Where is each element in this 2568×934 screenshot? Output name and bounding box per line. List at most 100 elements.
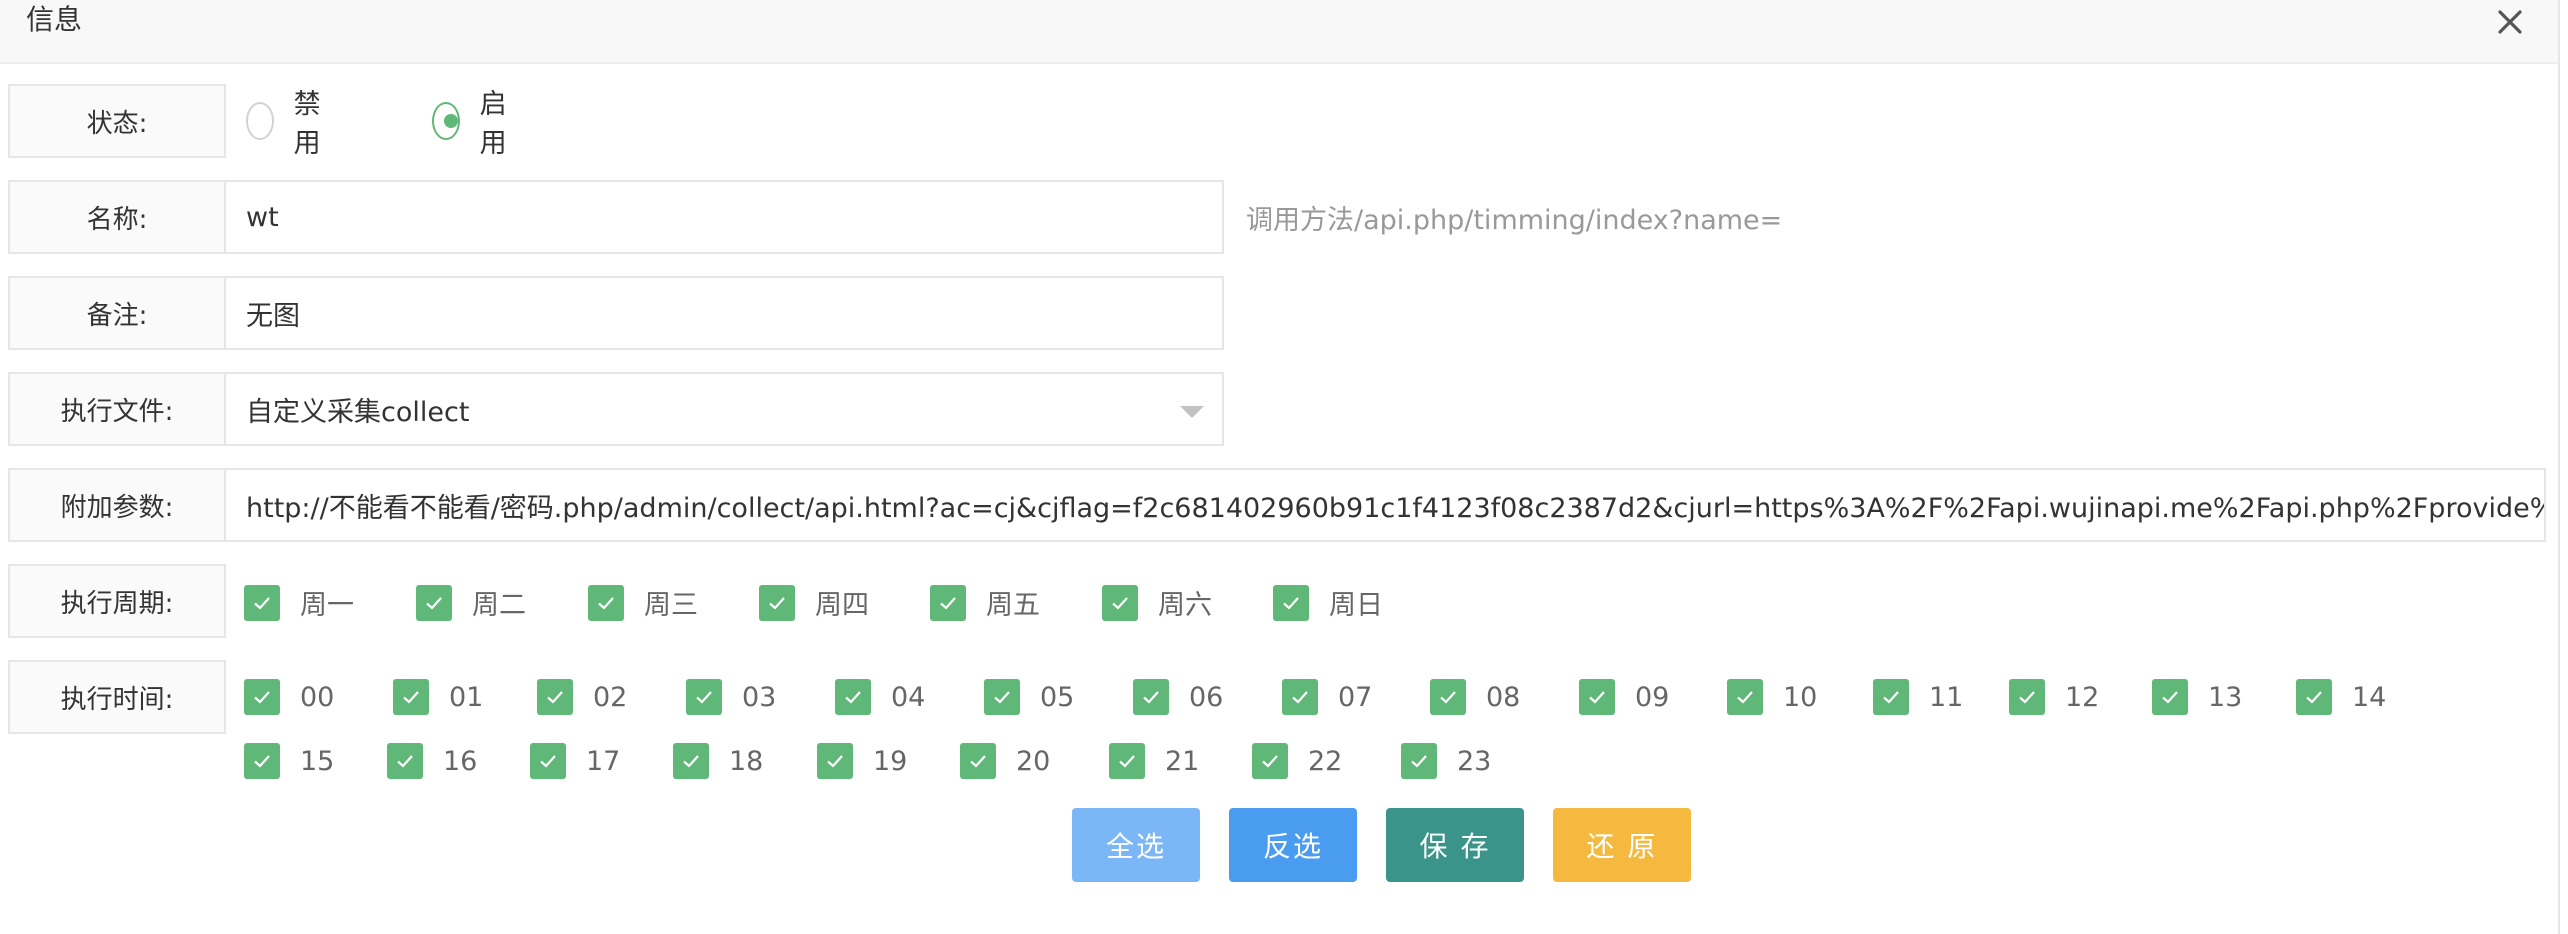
- hour-text: 13: [2208, 681, 2243, 713]
- check-icon[interactable]: [588, 584, 624, 621]
- check-icon[interactable]: [1252, 743, 1288, 779]
- hour-checkbox[interactable]: 08: [1430, 679, 1520, 715]
- weekday-text: 周日: [1329, 590, 1383, 621]
- weekday-text: 周五: [986, 590, 1040, 621]
- hour-text: 11: [1929, 681, 1964, 713]
- hour-text: 00: [300, 681, 335, 713]
- check-icon[interactable]: [393, 679, 429, 715]
- save-button[interactable]: 保 存: [1386, 808, 1524, 882]
- hour-text: 21: [1165, 745, 1200, 777]
- check-icon[interactable]: [387, 743, 423, 779]
- hour-checkbox[interactable]: 09: [1579, 679, 1669, 715]
- hour-checkbox[interactable]: 17: [530, 743, 620, 779]
- hour-checkbox[interactable]: 21: [1109, 743, 1199, 779]
- hour-checkbox[interactable]: 01: [393, 679, 483, 715]
- hour-checkbox[interactable]: 23: [1401, 743, 1491, 779]
- hour-checkbox[interactable]: 11: [1873, 679, 1963, 715]
- hour-checkbox[interactable]: 04: [835, 679, 925, 715]
- name-input[interactable]: wt: [224, 180, 1224, 254]
- hour-checkbox[interactable]: 14: [2296, 679, 2386, 715]
- hour-checkbox[interactable]: 15: [244, 743, 334, 779]
- check-icon[interactable]: [1727, 679, 1763, 715]
- hour-checkbox[interactable]: 02: [537, 679, 627, 715]
- hour-checkbox[interactable]: 00: [244, 679, 334, 715]
- hour-checkbox[interactable]: 18: [673, 743, 763, 779]
- weekday-checkbox[interactable]: 周五: [930, 583, 1040, 622]
- invert-selection-button[interactable]: 反选: [1229, 808, 1357, 882]
- check-icon[interactable]: [2152, 679, 2188, 715]
- weekday-checkbox[interactable]: 周二: [416, 583, 526, 622]
- weekday-text: 周六: [1158, 590, 1212, 621]
- close-icon[interactable]: [2492, 4, 2528, 40]
- status-radio-disabled[interactable]: 禁用: [246, 84, 331, 159]
- check-icon[interactable]: [1273, 584, 1309, 621]
- check-icon[interactable]: [759, 584, 795, 621]
- hour-checkbox[interactable]: 05: [984, 679, 1074, 715]
- check-icon[interactable]: [1873, 679, 1909, 715]
- check-icon[interactable]: [1282, 679, 1318, 715]
- hour-checkbox[interactable]: 16: [387, 743, 477, 779]
- check-icon[interactable]: [817, 743, 853, 779]
- check-icon[interactable]: [1109, 743, 1145, 779]
- check-icon[interactable]: [1401, 743, 1437, 779]
- hour-checkbox[interactable]: 06: [1133, 679, 1223, 715]
- check-icon[interactable]: [244, 584, 280, 621]
- check-icon[interactable]: [960, 743, 996, 779]
- hour-checkbox[interactable]: 20: [960, 743, 1050, 779]
- hour-checkbox[interactable]: 03: [686, 679, 776, 715]
- hour-checkbox[interactable]: 13: [2152, 679, 2242, 715]
- remark-input[interactable]: 无图: [224, 276, 1224, 350]
- hour-label: 执行时间:: [8, 660, 226, 734]
- select-all-button[interactable]: 全选: [1072, 808, 1200, 882]
- check-icon[interactable]: [686, 679, 722, 715]
- chevron-down-icon[interactable]: [1180, 406, 1204, 418]
- hour-text: 17: [586, 745, 621, 777]
- status-option-label: 禁用: [293, 89, 321, 159]
- weekday-checkbox[interactable]: 周日: [1273, 583, 1383, 622]
- weekday-checkbox[interactable]: 周三: [588, 583, 698, 622]
- weekday-label: 执行周期:: [8, 564, 226, 638]
- check-icon[interactable]: [537, 679, 573, 715]
- hour-checkbox[interactable]: 19: [817, 743, 907, 779]
- weekday-checkbox[interactable]: 周六: [1102, 583, 1212, 622]
- check-icon[interactable]: [530, 743, 566, 779]
- remark-label: 备注:: [8, 276, 226, 350]
- file-select-value: 自定义采集collect: [246, 396, 470, 428]
- check-icon[interactable]: [244, 679, 280, 715]
- hour-text: 14: [2352, 681, 2387, 713]
- reset-button[interactable]: 还 原: [1553, 808, 1691, 882]
- check-icon[interactable]: [1579, 679, 1615, 715]
- check-icon[interactable]: [416, 584, 452, 621]
- hour-checkbox[interactable]: 22: [1252, 743, 1342, 779]
- check-icon[interactable]: [673, 743, 709, 779]
- dialog-scrollbar[interactable]: [2558, 0, 2568, 934]
- weekday-checkbox[interactable]: 周四: [759, 583, 869, 622]
- hour-checkbox[interactable]: 12: [2009, 679, 2099, 715]
- check-icon[interactable]: [2009, 679, 2045, 715]
- file-label: 执行文件:: [8, 372, 226, 446]
- hour-checkbox[interactable]: 10: [1727, 679, 1817, 715]
- hour-text: 04: [891, 681, 926, 713]
- hour-text: 08: [1486, 681, 1521, 713]
- name-hint: 调用方法/api.php/timming/index?name=: [1246, 204, 1783, 236]
- params-input[interactable]: http://不能看不能看/密码.php/admin/collect/api.h…: [224, 468, 2546, 542]
- check-icon[interactable]: [984, 679, 1020, 715]
- check-icon[interactable]: [2296, 679, 2332, 715]
- hour-text: 10: [1783, 681, 1818, 713]
- file-select[interactable]: 自定义采集collect: [224, 372, 1224, 446]
- check-icon[interactable]: [1133, 679, 1169, 715]
- radio-circle-checked[interactable]: [432, 102, 460, 140]
- check-icon[interactable]: [244, 743, 280, 779]
- check-icon[interactable]: [835, 679, 871, 715]
- radio-circle[interactable]: [246, 102, 274, 140]
- hour-text: 12: [2065, 681, 2100, 713]
- weekday-text: 周三: [644, 590, 698, 621]
- weekday-checkbox[interactable]: 周一: [244, 583, 354, 622]
- status-option-label: 启用: [479, 89, 507, 159]
- check-icon[interactable]: [1102, 584, 1138, 621]
- params-label: 附加参数:: [8, 468, 226, 542]
- status-radio-enabled[interactable]: 启用: [432, 84, 517, 159]
- hour-checkbox[interactable]: 07: [1282, 679, 1372, 715]
- check-icon[interactable]: [930, 584, 966, 621]
- check-icon[interactable]: [1430, 679, 1466, 715]
